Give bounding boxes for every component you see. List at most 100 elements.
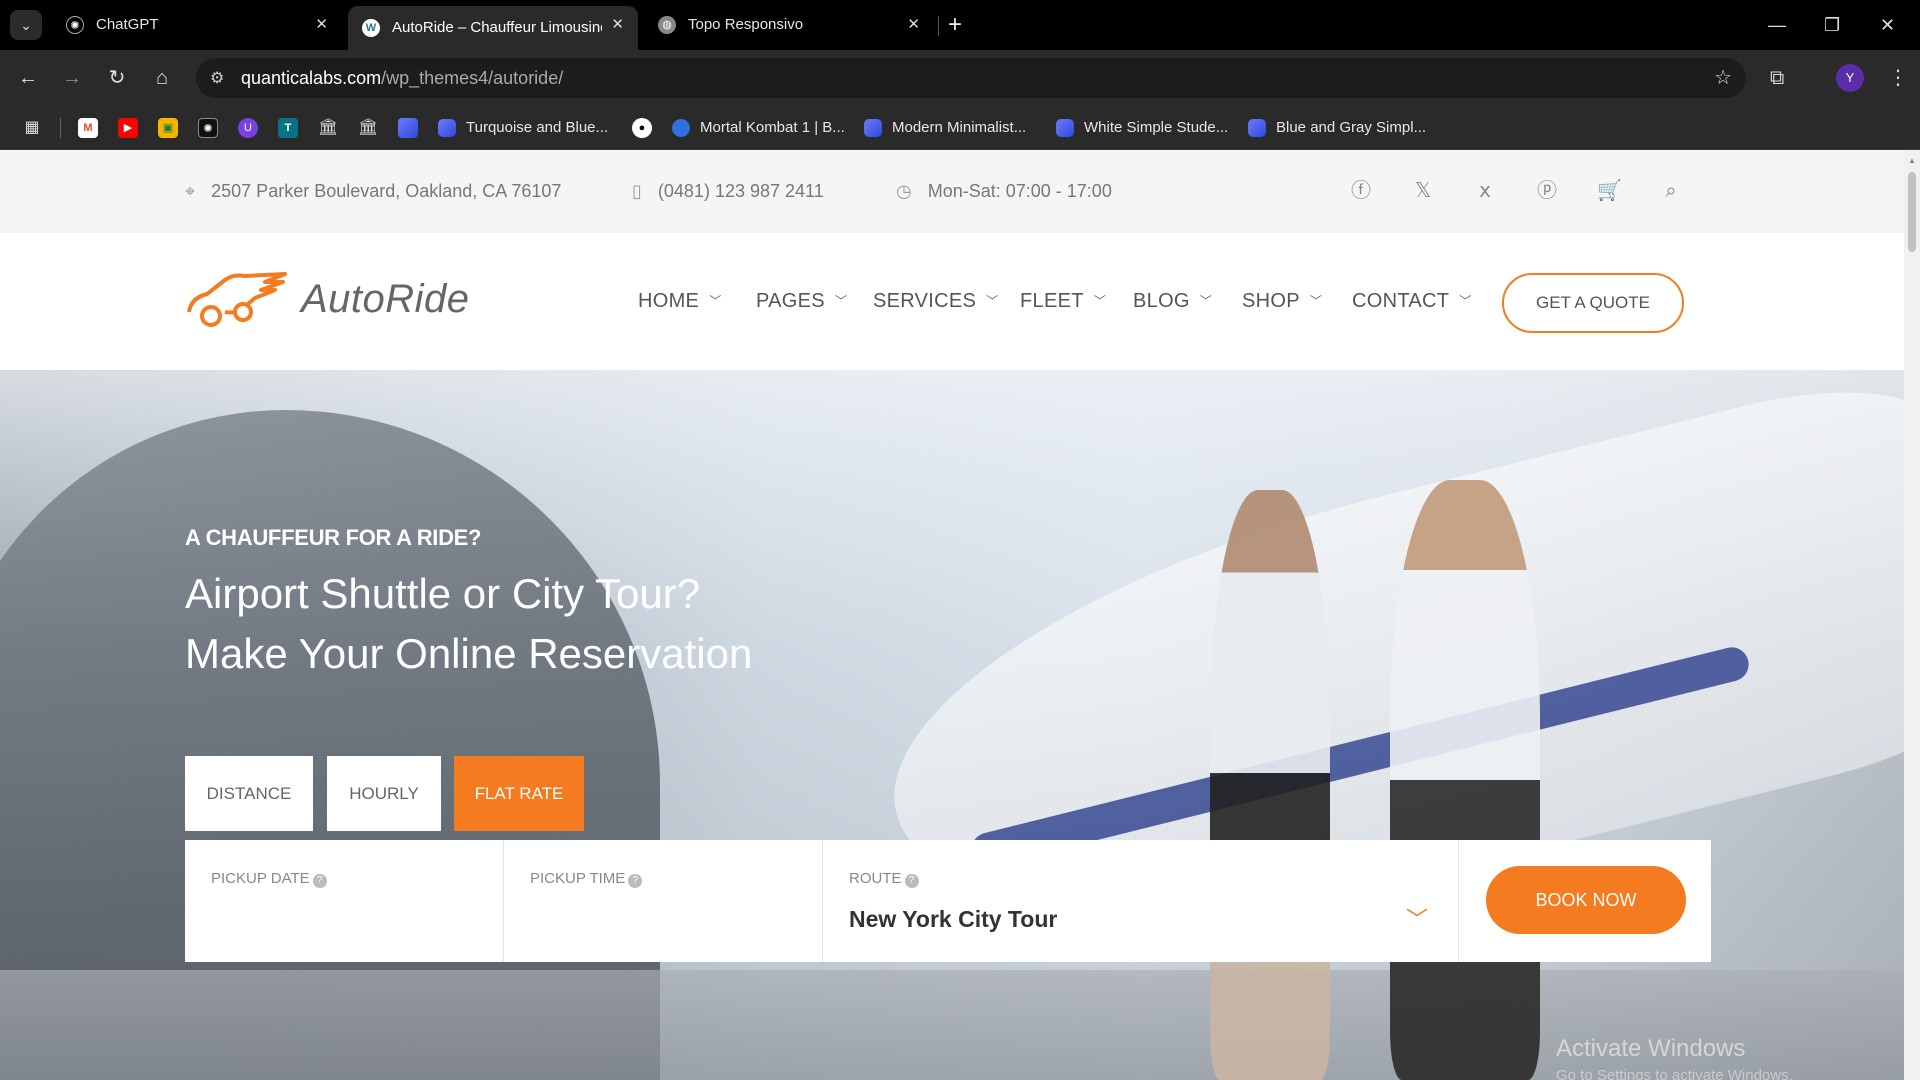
minimize-icon[interactable]: — [1768,10,1786,40]
get-quote-button[interactable]: GET A QUOTE [1502,273,1684,333]
pickup-time-label: PICKUP TIME? [530,870,643,888]
tab-separator [938,16,939,36]
nav-services[interactable]: SERVICES ﹀ [873,233,999,370]
help-icon[interactable]: ? [628,874,643,888]
extensions-icon[interactable]: ⧉ [1770,62,1784,94]
apps-grid-icon[interactable]: ▦ [22,118,42,138]
pickup-date-field[interactable]: PICKUP DATE? [185,840,504,962]
tab-title: ChatGPT [96,16,159,33]
youtube-icon[interactable]: ▶ [118,118,138,138]
tab-distance[interactable]: DISTANCE [185,756,313,831]
trello-t-icon[interactable]: T [278,118,298,138]
car-logo-icon [187,272,287,327]
github-icon[interactable]: ● [632,118,652,138]
bookmark-mortal-kombat[interactable]: Mortal Kombat 1 | B... [672,106,845,150]
tab-topo-responsivo[interactable]: ◍ Topo Responsivo ✕ [644,6,934,44]
bookmark-white-simple[interactable]: White Simple Stude... [1056,106,1228,150]
nav-contact[interactable]: CONTACT ﹀ [1352,233,1472,370]
chevron-down-icon[interactable]: ﹀ [1406,902,1428,934]
avatar[interactable]: Y [1836,64,1864,92]
more-menu-icon[interactable]: ⋮ [1888,62,1908,94]
tab-chatgpt[interactable]: ✺ ChatGPT ✕ [52,6,342,44]
tab-title: AutoRide – Chauffeur Limousine [392,19,602,36]
tab-hourly[interactable]: HOURLY [327,756,441,831]
institution-icon[interactable]: 🏛 [318,118,338,138]
close-icon[interactable]: ✕ [315,6,328,44]
chevron-down-icon: ﹀ [1459,294,1472,308]
canva-icon [438,119,456,137]
canva-icon [864,119,882,137]
google-classroom-icon[interactable]: ▣ [158,118,178,138]
restore-icon[interactable]: ❐ [1824,10,1840,40]
pilot-figure [1390,480,1540,1080]
book-now-button[interactable]: BOOK NOW [1486,866,1686,934]
site-info-icon[interactable]: ⚙ [210,68,224,88]
address-info: ⌖ 2507 Parker Boulevard, Oakland, CA 761… [185,150,561,233]
gmail-icon[interactable]: M [78,118,98,138]
phone-text[interactable]: (0481) 123 987 2411 [658,150,824,233]
chevron-down-icon: ﹀ [986,294,999,308]
browser-toolbar: ← → ↻ ⌂ ⚙ quanticalabs.com/wp_themes4/au… [0,50,1920,106]
browser-tab-bar: ⌄ ✺ ChatGPT ✕ W AutoRide – Chauffeur Lim… [0,0,1920,50]
nav-fleet[interactable]: FLEET ﹀ [1020,233,1106,370]
chatgpt-icon[interactable]: ✺ [198,118,218,138]
phone-info[interactable]: ▯ (0481) 123 987 2411 [632,150,824,233]
hero-section: A CHAUFFEUR FOR A RIDE? Airport Shuttle … [0,370,1904,1080]
reload-icon[interactable]: ↻ [101,62,133,94]
route-value[interactable]: New York City Tour [849,906,1057,933]
close-window-icon[interactable]: ✕ [1880,10,1895,40]
wordpress-icon: W [362,19,380,37]
windows-activation-watermark: Activate Windows [1556,1035,1746,1062]
route-label: ROUTE? [849,870,919,888]
phone-icon: ▯ [632,181,642,201]
help-icon[interactable]: ? [312,874,327,888]
url-text[interactable]: quanticalabs.com/wp_themes4/autoride/ [241,58,563,98]
cart-icon[interactable]: 🛒 [1597,179,1622,203]
bookmark-star-icon[interactable]: ☆ [1714,58,1732,98]
tab-search-button[interactable]: ⌄ [10,10,42,40]
scroll-up-icon[interactable]: ▲ [1908,156,1916,165]
close-icon[interactable]: ✕ [611,6,624,44]
pickup-time-field[interactable]: PICKUP TIME? [504,840,823,962]
forward-icon[interactable]: → [56,62,88,94]
help-icon[interactable]: ? [904,874,919,888]
globe-icon: ◍ [658,16,676,34]
flight-attendant-figure [1210,490,1330,1080]
x-twitter-icon[interactable]: 𝕏 [1411,179,1435,203]
nav-pages[interactable]: PAGES ﹀ [756,233,847,370]
route-select[interactable]: ROUTE? New York City Tour ﹀ [823,840,1459,962]
logo[interactable]: AutoRide [185,268,470,330]
page-scrollbar[interactable]: ▲ [1904,150,1920,1080]
tab-title: Topo Responsivo [688,16,804,33]
institution-icon[interactable]: 🏛 [358,118,378,138]
pickup-date-label: PICKUP DATE? [211,870,327,888]
pinterest-icon[interactable]: ⓟ [1535,179,1559,203]
new-tab-button[interactable]: + [948,8,962,42]
chevron-down-icon: ﹀ [1199,294,1213,308]
search-icon[interactable]: ⌕ [1659,179,1683,203]
nav-blog[interactable]: BLOG ﹀ [1133,233,1212,370]
facebook-icon[interactable]: ⓕ [1349,179,1373,203]
main-navigation: AutoRide HOME ﹀ PAGES ﹀ SERVICES ﹀ FLEET ﹀ B… [0,233,1904,370]
tab-flat-rate[interactable]: FLAT RATE [454,756,584,831]
home-icon[interactable]: ⌂ [146,62,178,94]
bookmark-turquoise[interactable]: Turquoise and Blue... [438,106,608,150]
close-icon[interactable]: ✕ [907,6,920,44]
scrollbar-thumb[interactable] [1908,172,1916,252]
tab-autoride[interactable]: W AutoRide – Chauffeur Limousine ✕ [348,6,638,50]
canva-icon [1056,119,1074,137]
chevron-down-icon: ﹀ [1309,294,1323,308]
bookmark-blue-gray[interactable]: Blue and Gray Simpl... [1248,106,1426,150]
back-icon[interactable]: ← [12,62,44,94]
extension-u-icon[interactable]: U [238,118,258,138]
nav-home[interactable]: HOME ﹀ [638,233,722,370]
bookmark-modern-minimalist[interactable]: Modern Minimalist... [864,106,1026,150]
xing-icon[interactable]: ⅹ [1473,179,1497,203]
canva-icon [1248,119,1266,137]
nav-shop[interactable]: SHOP ﹀ [1242,233,1322,370]
canva-icon[interactable] [398,118,418,138]
chevron-down-icon: ﹀ [1093,294,1107,308]
web-page: ⌖ 2507 Parker Boulevard, Oakland, CA 761… [0,150,1904,1080]
address-bar[interactable]: ⚙ quanticalabs.com/wp_themes4/autoride/ … [196,58,1746,98]
top-info-bar: ⌖ 2507 Parker Boulevard, Oakland, CA 761… [0,150,1904,233]
